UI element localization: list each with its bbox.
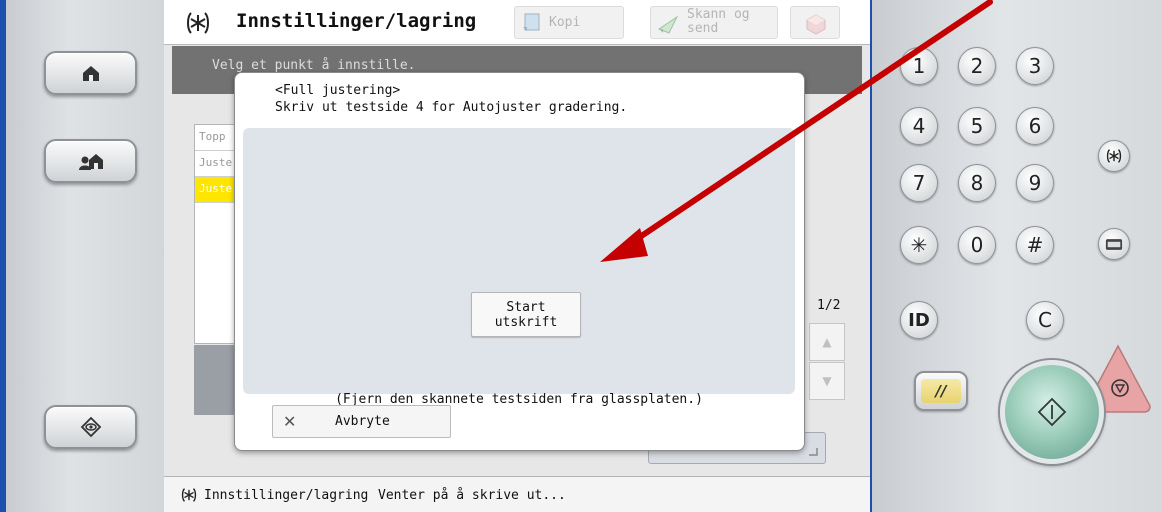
key-9[interactable]: 9	[1016, 164, 1054, 202]
settings-registration-key[interactable]	[1098, 140, 1130, 172]
clear-key[interactable]: C	[1026, 301, 1064, 339]
triangle-up-icon: ▲	[822, 335, 832, 349]
tab-copy[interactable]: Kopi	[514, 6, 624, 39]
key-0[interactable]: 0	[958, 226, 996, 264]
start-key[interactable]	[1000, 360, 1104, 464]
tab-box[interactable]	[790, 6, 840, 39]
cancel-button[interactable]: ✕ Avbryte	[272, 405, 451, 438]
start-print-button[interactable]: Start utskrift	[471, 292, 581, 337]
key-asterisk[interactable]: ✳	[900, 226, 938, 264]
scroll-down-button[interactable]: ▼	[809, 362, 845, 400]
dialog-body: Start utskrift (Fjern den skannete tests…	[243, 128, 795, 407]
right-control-panel: 1 2 3 4 5 6 7 8 9 ✳ 0 # ID C //	[870, 0, 1162, 512]
cancel-label: Avbryte	[335, 414, 390, 429]
key-7[interactable]: 7	[900, 164, 938, 202]
key-4[interactable]: 4	[900, 107, 938, 145]
status-title: Innstillinger/lagring	[204, 488, 369, 503]
return-arrow-icon	[809, 448, 818, 456]
scroll-up-button[interactable]: ▲	[809, 323, 845, 361]
key-1[interactable]: 1	[900, 47, 938, 85]
start-icon	[1037, 397, 1067, 427]
touch-screen: Innstillinger/lagring Kopi Skann og send	[164, 0, 870, 512]
settings-icon	[181, 488, 197, 502]
settings-list: Topp Juste Juste	[194, 124, 238, 344]
instruction-text: Velg et punkt å innstille.	[212, 58, 416, 73]
list-item[interactable]: Topp	[195, 125, 237, 151]
title-bar: Innstillinger/lagring Kopi Skann og send	[164, 0, 870, 45]
key-6[interactable]: 6	[1016, 107, 1054, 145]
status-message: Venter på å skrive ut...	[378, 488, 566, 503]
tab-scan-send-label: Skann og send	[687, 8, 750, 36]
reset-key[interactable]: //	[914, 371, 968, 411]
key-8[interactable]: 8	[958, 164, 996, 202]
list-footer	[194, 345, 238, 415]
settings-icon	[187, 12, 209, 34]
page-title: Innstillinger/lagring	[236, 10, 477, 32]
user-home-icon	[78, 154, 103, 170]
tab-scan-send-line2: send	[687, 21, 719, 36]
dialog-heading: <Full justering>	[275, 83, 401, 98]
home-icon	[82, 66, 99, 81]
triangle-down-icon: ▼	[822, 374, 832, 388]
scan-send-icon	[657, 15, 679, 34]
counter-check-key[interactable]	[1098, 228, 1130, 260]
key-3[interactable]: 3	[1016, 47, 1054, 85]
status-monitor-button[interactable]	[44, 139, 137, 183]
tab-scan-and-send[interactable]: Skann og send	[650, 6, 778, 39]
left-control-panel	[0, 0, 164, 512]
dialog-instruction: Skriv ut testside 4 for Autojuster grade…	[275, 100, 628, 115]
home-button[interactable]	[44, 51, 137, 95]
box-icon	[806, 14, 826, 35]
status-bar: Innstillinger/lagring Venter på å skrive…	[164, 476, 870, 512]
close-icon: ✕	[283, 412, 297, 431]
copy-icon	[523, 13, 540, 31]
key-hash[interactable]: #	[1016, 226, 1054, 264]
key-2[interactable]: 2	[958, 47, 996, 85]
settings-registration-button[interactable]	[44, 405, 137, 449]
tab-copy-label: Kopi	[549, 15, 581, 30]
tab-scan-send-line1: Skann og	[687, 7, 750, 22]
key-5[interactable]: 5	[958, 107, 996, 145]
id-key[interactable]: ID	[900, 301, 938, 339]
full-adjustment-dialog: <Full justering> Skriv ut testside 4 for…	[234, 72, 805, 451]
reset-key-label: //	[921, 379, 961, 403]
settings-icon	[1106, 149, 1122, 163]
list-item-selected[interactable]: Juste	[195, 177, 237, 203]
counter-check-icon	[1105, 238, 1123, 250]
list-item[interactable]: Juste	[195, 151, 237, 177]
settings-eye-icon	[80, 416, 101, 438]
page-indicator: 1/2	[817, 298, 841, 313]
